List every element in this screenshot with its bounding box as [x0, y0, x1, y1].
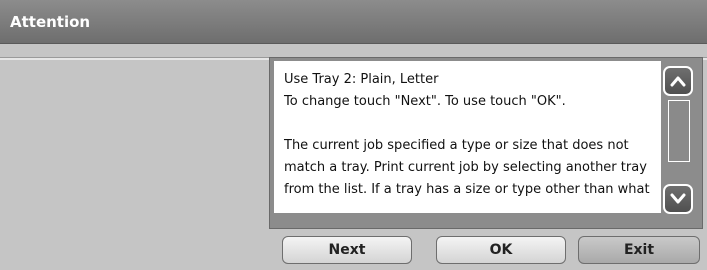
scrollbar-thumb[interactable]	[668, 100, 690, 162]
message-text: Use Tray 2: Plain, Letter To change touc…	[274, 61, 661, 213]
message-line	[284, 113, 655, 135]
next-button[interactable]: Next	[282, 236, 412, 264]
message-line: To change touch "Next". To use touch "OK…	[284, 94, 566, 109]
title-bar: Attention	[0, 0, 707, 44]
chevron-down-icon	[670, 193, 686, 204]
scroll-up-button[interactable]	[663, 66, 693, 96]
chevron-up-icon	[670, 76, 686, 87]
exit-button[interactable]: Exit	[578, 236, 700, 264]
message-line: match a tray. Print current job by selec…	[284, 160, 647, 175]
scroll-down-button[interactable]	[663, 184, 693, 214]
message-line: from the list. If a tray has a size or t…	[284, 182, 650, 197]
window-title: Attention	[10, 13, 91, 31]
ok-button[interactable]: OK	[436, 236, 566, 264]
message-line: Use Tray 2: Plain, Letter	[284, 72, 439, 87]
message-line: The current job specified a type or size…	[284, 138, 629, 153]
